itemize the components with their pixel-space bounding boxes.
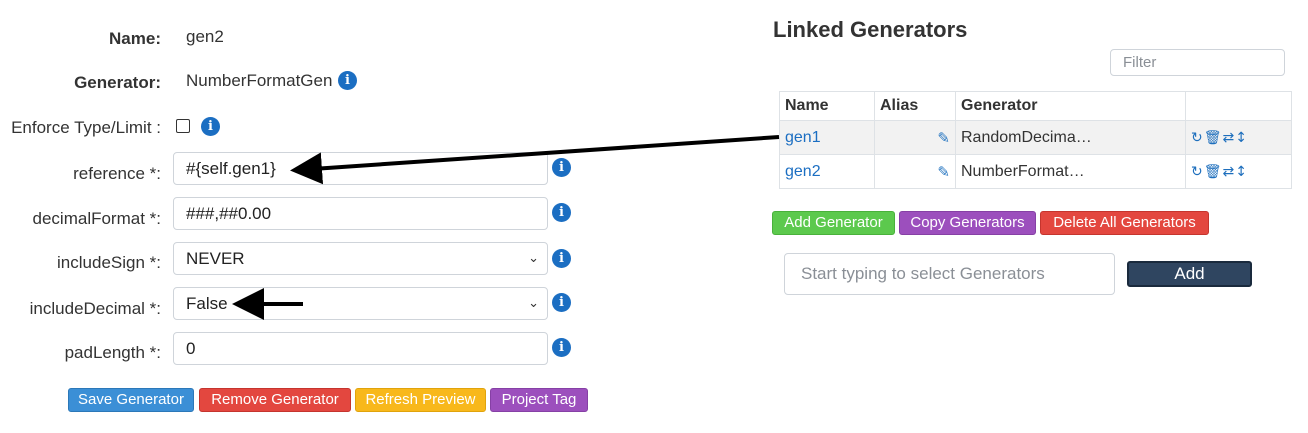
pencil-icon[interactable]: ✎ — [937, 129, 950, 147]
row-generator-cell: NumberFormat… — [955, 154, 1186, 189]
table-row: gen1 ✎ RandomDecima… ↻🗑⇄↕ — [779, 120, 1292, 155]
trash-icon[interactable]: 🗑 — [1204, 130, 1223, 146]
info-icon[interactable]: i — [552, 293, 571, 312]
info-icon[interactable]: i — [338, 71, 357, 90]
row-generator-cell: RandomDecima… — [955, 120, 1186, 155]
save-generator-button[interactable]: Save Generator — [68, 388, 194, 412]
column-header-alias[interactable]: Alias — [874, 91, 956, 121]
decimal-format-label: decimalFormat *: — [32, 209, 161, 228]
add-button[interactable]: Add — [1127, 261, 1252, 287]
info-icon[interactable]: i — [552, 249, 571, 268]
column-header-name[interactable]: Name — [779, 91, 875, 121]
decimal-format-input[interactable]: ###,##0.00 — [173, 197, 548, 230]
reference-label: reference *: — [73, 164, 161, 183]
swap-icon[interactable]: ⇄ — [1223, 164, 1236, 180]
remove-generator-button[interactable]: Remove Generator — [199, 388, 351, 412]
generator-search-placeholder: Start typing to select Generators — [801, 264, 1045, 283]
reference-value: #{self.gen1} — [186, 159, 276, 178]
row-name-cell[interactable]: gen2 — [779, 154, 875, 189]
generator-label: Generator: — [74, 73, 161, 92]
decimal-format-value: ###,##0.00 — [186, 204, 272, 223]
chevron-down-icon: ⌄ — [528, 251, 539, 266]
refresh-preview-button[interactable]: Refresh Preview — [355, 388, 486, 412]
generator-link[interactable]: gen2 — [785, 163, 821, 180]
repeat-icon[interactable]: ↻ — [1191, 130, 1204, 146]
row-actions-cell: ↻🗑⇄↕ — [1185, 120, 1292, 155]
linked-generators-title: Linked Generators — [773, 17, 968, 42]
move-vertical-icon[interactable]: ↕ — [1235, 164, 1248, 180]
reference-input[interactable]: #{self.gen1} — [173, 152, 548, 185]
include-sign-label: includeSign *: — [57, 253, 161, 272]
enforce-type-label: Enforce Type/Limit : — [11, 118, 161, 137]
row-alias-cell: ✎ — [874, 120, 956, 155]
table-header-row: Name Alias Generator — [779, 91, 1292, 121]
row-name-cell[interactable]: gen1 — [779, 120, 875, 155]
repeat-icon[interactable]: ↻ — [1191, 164, 1204, 180]
project-tag-button[interactable]: Project Tag — [490, 388, 588, 412]
column-header-actions — [1185, 91, 1292, 121]
linked-generators-table: Name Alias Generator gen1 ✎ RandomDecima… — [779, 91, 1292, 189]
name-label: Name: — [109, 29, 161, 48]
chevron-down-icon: ⌄ — [528, 296, 539, 311]
info-icon[interactable]: i — [552, 338, 571, 357]
pad-length-input[interactable]: 0 — [173, 332, 548, 365]
include-sign-value: NEVER — [186, 249, 245, 268]
trash-icon[interactable]: 🗑 — [1204, 164, 1223, 180]
info-icon[interactable]: i — [552, 158, 571, 177]
filter-input[interactable]: Filter — [1110, 49, 1285, 76]
add-generator-button[interactable]: Add Generator — [772, 211, 895, 235]
column-header-generator[interactable]: Generator — [955, 91, 1186, 121]
move-vertical-icon[interactable]: ↕ — [1235, 130, 1248, 146]
pencil-icon[interactable]: ✎ — [937, 163, 950, 181]
generator-value: NumberFormatGen — [186, 71, 333, 90]
name-value: gen2 — [186, 27, 224, 46]
swap-icon[interactable]: ⇄ — [1223, 130, 1236, 146]
delete-all-generators-button[interactable]: Delete All Generators — [1040, 211, 1209, 235]
pad-length-value: 0 — [186, 339, 196, 358]
filter-placeholder: Filter — [1123, 54, 1157, 71]
enforce-type-checkbox[interactable] — [176, 119, 190, 133]
pad-length-label: padLength *: — [64, 343, 161, 362]
copy-generators-button[interactable]: Copy Generators — [899, 211, 1036, 235]
include-sign-select[interactable]: NEVER ⌄ — [173, 242, 548, 275]
include-decimal-value: False — [186, 294, 228, 313]
row-actions-cell: ↻🗑⇄↕ — [1185, 154, 1292, 189]
include-decimal-select[interactable]: False ⌄ — [173, 287, 548, 320]
generator-link[interactable]: gen1 — [785, 129, 821, 146]
info-icon[interactable]: i — [552, 203, 571, 222]
table-row: gen2 ✎ NumberFormat… ↻🗑⇄↕ — [779, 154, 1292, 189]
row-alias-cell: ✎ — [874, 154, 956, 189]
info-icon[interactable]: i — [201, 117, 220, 136]
include-decimal-label: includeDecimal *: — [29, 299, 161, 318]
generator-search-input[interactable]: Start typing to select Generators — [784, 253, 1115, 295]
